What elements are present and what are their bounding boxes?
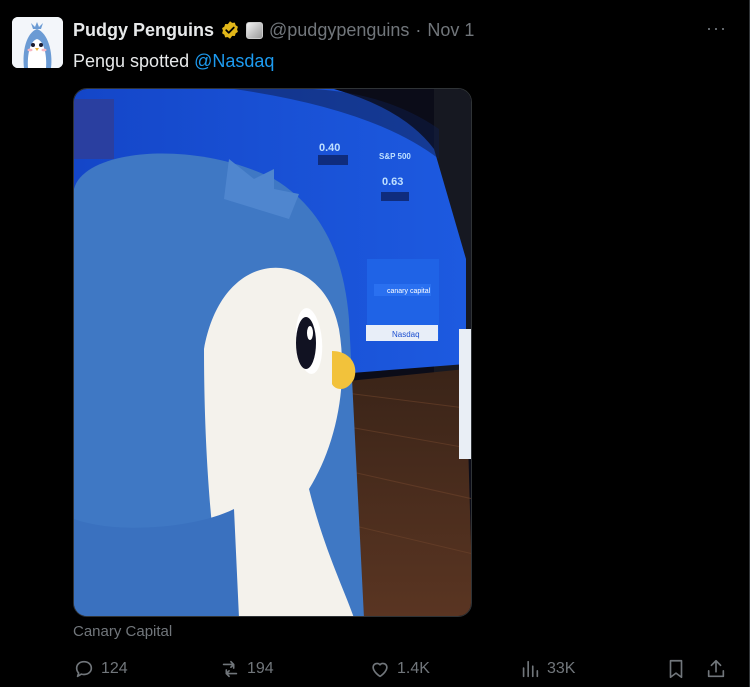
views-count: 33K	[547, 660, 576, 677]
reply-icon	[75, 660, 93, 678]
action-bar: 124 194 1.4K 33K	[73, 658, 727, 682]
repost-count: 194	[247, 660, 274, 677]
tweet-text-body: Pengu spotted	[73, 51, 195, 71]
bookmark-button[interactable]	[665, 658, 687, 680]
ticker-label-2: S&P 500	[379, 152, 411, 161]
author-name[interactable]: Pudgy Penguins	[73, 19, 214, 41]
like-count: 1.4K	[397, 660, 430, 677]
views-button[interactable]: 33K	[519, 658, 575, 680]
heart-icon	[372, 662, 388, 678]
separator-dot: ·	[415, 20, 422, 40]
more-options-icon[interactable]: ···	[706, 18, 727, 39]
affiliate-badge-icon[interactable]	[246, 21, 264, 39]
tweet-text: Pengu spotted @Nasdaq	[73, 50, 274, 72]
share-button[interactable]	[705, 658, 727, 680]
bookmark-icon	[669, 659, 683, 679]
podium-text: Nasdaq	[392, 330, 420, 339]
tweet-header: Pudgy Penguins @pudgypenguins · Nov 1	[73, 19, 474, 41]
repost-button[interactable]: 194	[219, 658, 274, 680]
timestamp[interactable]: Nov 1	[427, 19, 474, 41]
reply-button[interactable]: 124	[73, 658, 128, 680]
avatar[interactable]	[12, 17, 63, 68]
ticker-value-1: 0.40	[319, 142, 340, 154]
ticker-value-2: 0.63	[382, 176, 403, 188]
tweet-image[interactable]: 0.40 S&P 500 0.63 canary capital Nasdaq	[73, 88, 472, 617]
share-icon	[707, 659, 725, 678]
repost-icon	[222, 660, 238, 678]
tweet[interactable]: Pudgy Penguins @pudgypenguins · Nov 1 ··…	[0, 0, 750, 687]
penguin-at-nasdaq-photo: 0.40 S&P 500 0.63 canary capital Nasdaq	[74, 89, 471, 616]
verified-badge-icon[interactable]	[220, 20, 240, 40]
like-button[interactable]: 1.4K	[369, 658, 430, 680]
author-handle[interactable]: @pudgypenguins	[269, 19, 409, 41]
views-bar-icon	[522, 660, 539, 678]
mention-link[interactable]: @Nasdaq	[194, 51, 274, 71]
media-caption[interactable]: Canary Capital	[73, 623, 172, 640]
reply-count: 124	[101, 660, 128, 677]
screen-logo-text: canary capital	[387, 288, 431, 295]
